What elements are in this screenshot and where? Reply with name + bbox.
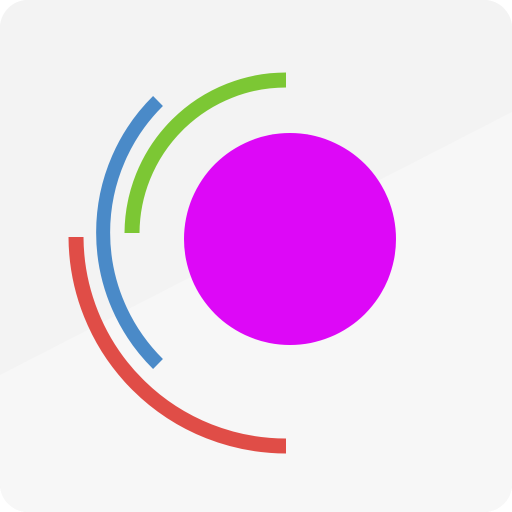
app-icon[interactable] (0, 0, 512, 512)
ball-icon (184, 133, 396, 345)
app-icon-graphic (0, 0, 512, 512)
